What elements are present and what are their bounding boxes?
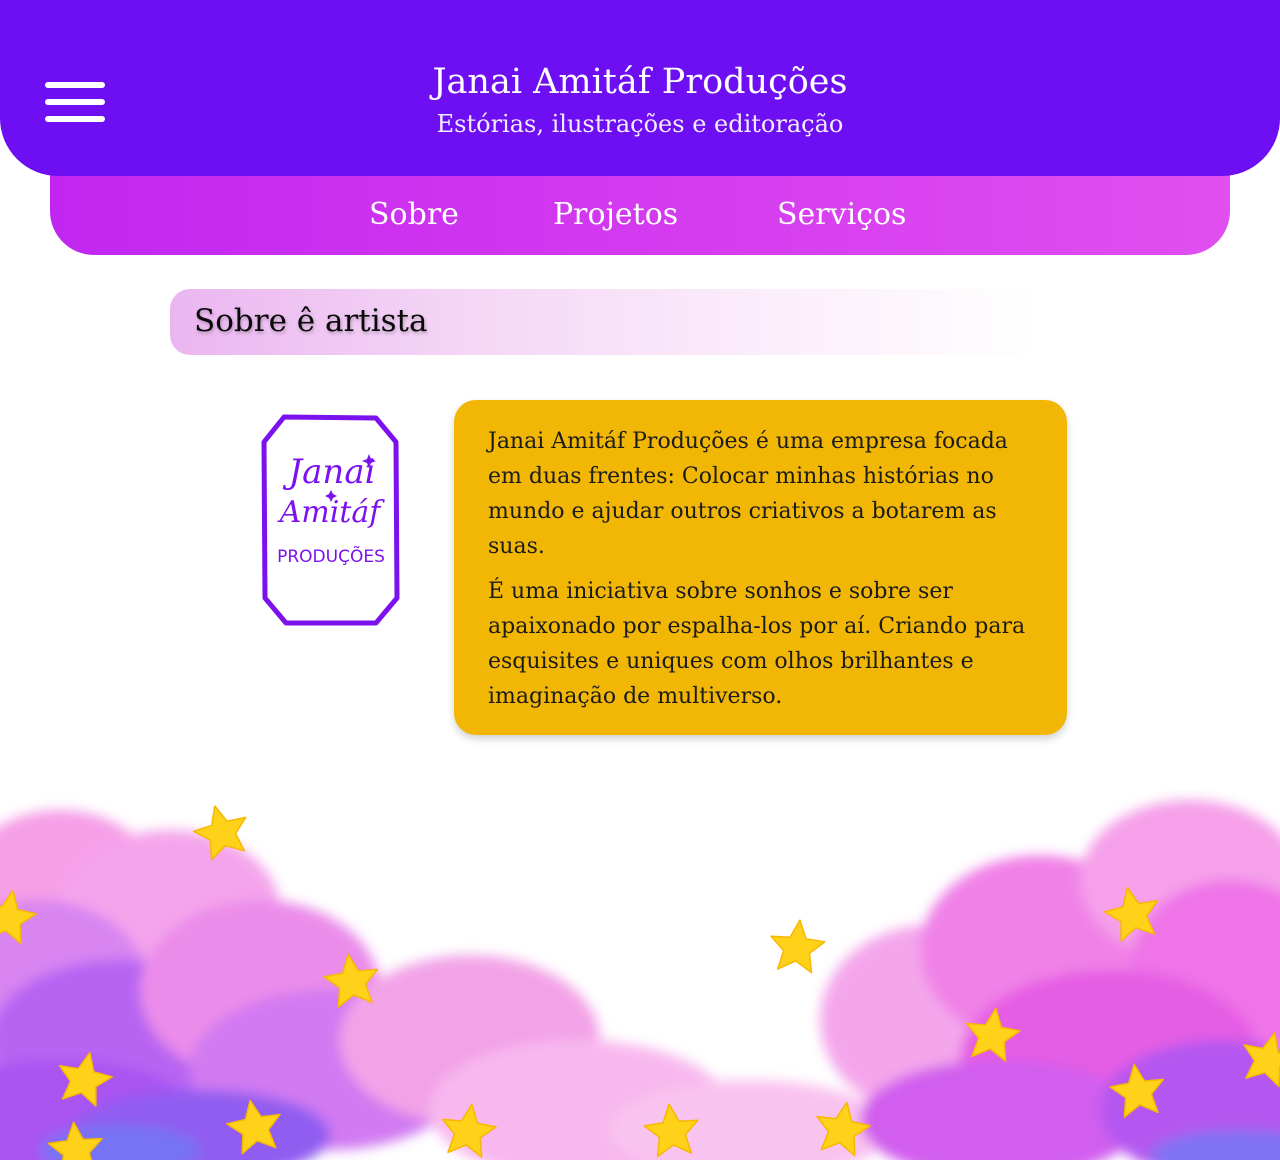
site-header: Janai Amitáf Produções Estórias, ilustra… — [0, 0, 1280, 176]
nav-item-sobre[interactable]: Sobre — [369, 196, 459, 234]
cloud-stars-decoration — [0, 800, 1280, 1160]
logo-line-janai: Janai — [283, 452, 376, 492]
section-title: Sobre ê artista — [194, 303, 428, 339]
star-icon — [770, 919, 826, 974]
site-subtitle: Estórias, ilustrações e editoração — [436, 110, 844, 138]
company-logo: Janai Amitáf PRODUÇÕES — [261, 414, 400, 626]
nav-item-projetos[interactable]: Projetos — [553, 196, 678, 234]
logo-line-producoes: PRODUÇÕES — [277, 545, 385, 567]
about-paragraph: É uma iniciativa sobre sonhos e sobre se… — [488, 579, 1026, 709]
nav-item-servicos[interactable]: Serviços — [777, 196, 906, 234]
section-heading-bar: Sobre ê artista — [170, 289, 1040, 355]
about-card: Janai Amitáf Produções é uma empresa foc… — [454, 400, 1067, 735]
watercolor-clouds — [0, 800, 1280, 1160]
about-paragraph: Janai Amitáf Produções é uma empresa foc… — [488, 429, 1008, 559]
site-title: Janai Amitáf Produções — [432, 62, 848, 102]
